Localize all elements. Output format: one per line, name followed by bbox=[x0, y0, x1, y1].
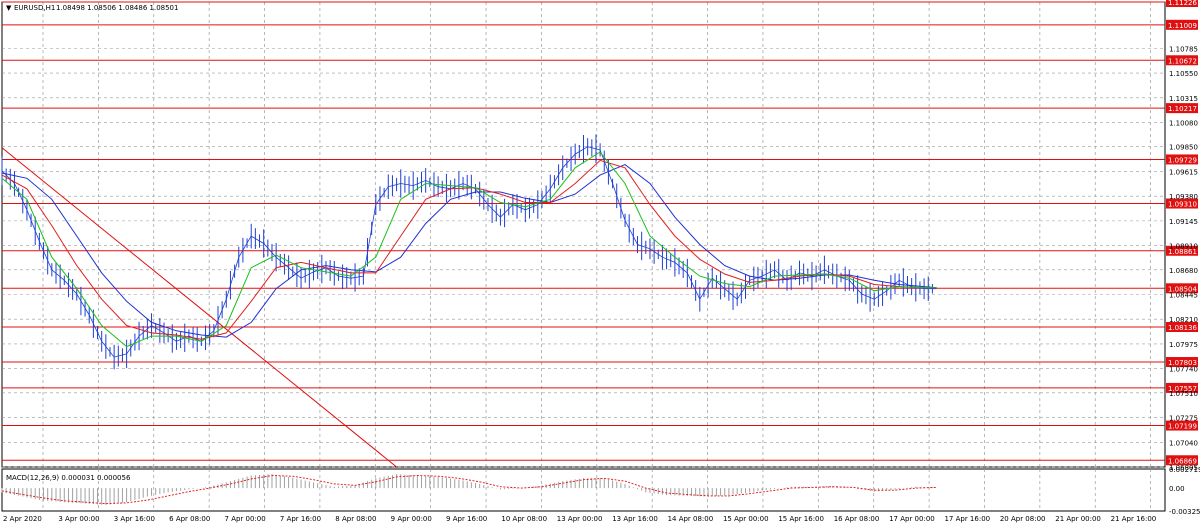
y-tick-label: 1.09850 bbox=[1169, 144, 1198, 152]
y-tick-label: 1.09380 bbox=[1169, 193, 1198, 201]
x-tick-label: 8 Apr 08:00 bbox=[335, 515, 376, 523]
x-tick-label: 14 Apr 08:00 bbox=[668, 515, 714, 523]
level-label: 1.09729 bbox=[1168, 156, 1197, 164]
y-tick-label: 1.08210 bbox=[1169, 316, 1198, 324]
x-tick-label: 15 Apr 16:00 bbox=[778, 515, 824, 523]
macd-y-tick-label: 0.00 bbox=[1169, 485, 1185, 493]
x-tick-label: 9 Apr 00:00 bbox=[391, 515, 432, 523]
x-tick-label: 2 Apr 2020 bbox=[3, 515, 42, 523]
macd-title: MACD(12,26,9) 0.000031 0.000056 bbox=[6, 474, 131, 482]
chart-ohlc-values: 1.08498 1.08506 1.08486 1.08501 bbox=[56, 4, 178, 12]
x-tick-label: 15 Apr 00:00 bbox=[723, 515, 769, 523]
chart-header: ▼ EURUSD,H1 1.08498 1.08506 1.08486 1.08… bbox=[6, 4, 178, 12]
symbol-arrow-icon: ▼ bbox=[6, 4, 12, 12]
chart-window: 1.11226 1.11009 1.10672 1.10217 1.09729 1.093… bbox=[0, 0, 1200, 525]
y-tick-label: 1.10550 bbox=[1169, 70, 1198, 78]
x-tick-label: 20 Apr 08:00 bbox=[1000, 515, 1046, 523]
level-label: 1.11226 bbox=[1168, 0, 1197, 7]
y-tick-label: 1.09145 bbox=[1169, 218, 1198, 226]
x-tick-label: 17 Apr 16:00 bbox=[944, 515, 990, 523]
main-pane-frame bbox=[1, 1, 1166, 468]
y-tick-label: 1.08445 bbox=[1169, 292, 1198, 300]
y-tick-label: 1.08910 bbox=[1169, 243, 1198, 251]
y-tick-label: 1.07510 bbox=[1169, 390, 1198, 398]
x-tick-label: 17 Apr 00:00 bbox=[889, 515, 935, 523]
y-tick-label: 1.10080 bbox=[1169, 120, 1198, 128]
y-tick-label: 1.10785 bbox=[1169, 45, 1198, 53]
level-label: 1.10672 bbox=[1168, 57, 1197, 65]
y-tick-label: 1.07040 bbox=[1169, 439, 1198, 447]
level-label: 1.11009 bbox=[1168, 22, 1197, 30]
chart-symbol: EURUSD,H1 bbox=[14, 4, 55, 12]
x-tick-label: 7 Apr 00:00 bbox=[225, 515, 266, 523]
x-tick-label: 9 Apr 16:00 bbox=[446, 515, 487, 523]
macd-y-tick-label: 0.002719 bbox=[1169, 466, 1200, 474]
x-tick-label: 10 Apr 08:00 bbox=[501, 515, 547, 523]
level-label: 1.09310 bbox=[1168, 201, 1197, 209]
x-tick-label: 21 Apr 00:00 bbox=[1055, 515, 1101, 523]
x-tick-label: 13 Apr 16:00 bbox=[612, 515, 658, 523]
level-label: 1.07199 bbox=[1168, 423, 1197, 431]
y-tick-label: 1.09615 bbox=[1169, 168, 1198, 176]
x-tick-label: 3 Apr 00:00 bbox=[58, 515, 99, 523]
y-tick-label: 1.07975 bbox=[1169, 341, 1198, 349]
y-tick-label: 1.07740 bbox=[1169, 366, 1198, 374]
level-label: 1.08136 bbox=[1168, 324, 1197, 332]
x-tick-label: 7 Apr 16:00 bbox=[280, 515, 321, 523]
y-tick-label: 1.10315 bbox=[1169, 95, 1198, 103]
macd-y-tick-label: -0.003253 bbox=[1169, 508, 1200, 516]
level-label: 1.10217 bbox=[1168, 105, 1197, 113]
y-tick-label: 1.08680 bbox=[1169, 267, 1198, 275]
x-tick-label: 6 Apr 08:00 bbox=[169, 515, 210, 523]
x-tick-label: 3 Apr 16:00 bbox=[114, 515, 155, 523]
x-tick-label: 13 Apr 00:00 bbox=[557, 515, 603, 523]
x-tick-label: 16 Apr 08:00 bbox=[834, 515, 880, 523]
price-chart-svg[interactable]: 1.11226 1.11009 1.10672 1.10217 1.09729 1.093… bbox=[0, 0, 1200, 525]
x-tick-label: 21 Apr 16:00 bbox=[1111, 515, 1157, 523]
y-tick-label: 1.07275 bbox=[1169, 415, 1198, 423]
